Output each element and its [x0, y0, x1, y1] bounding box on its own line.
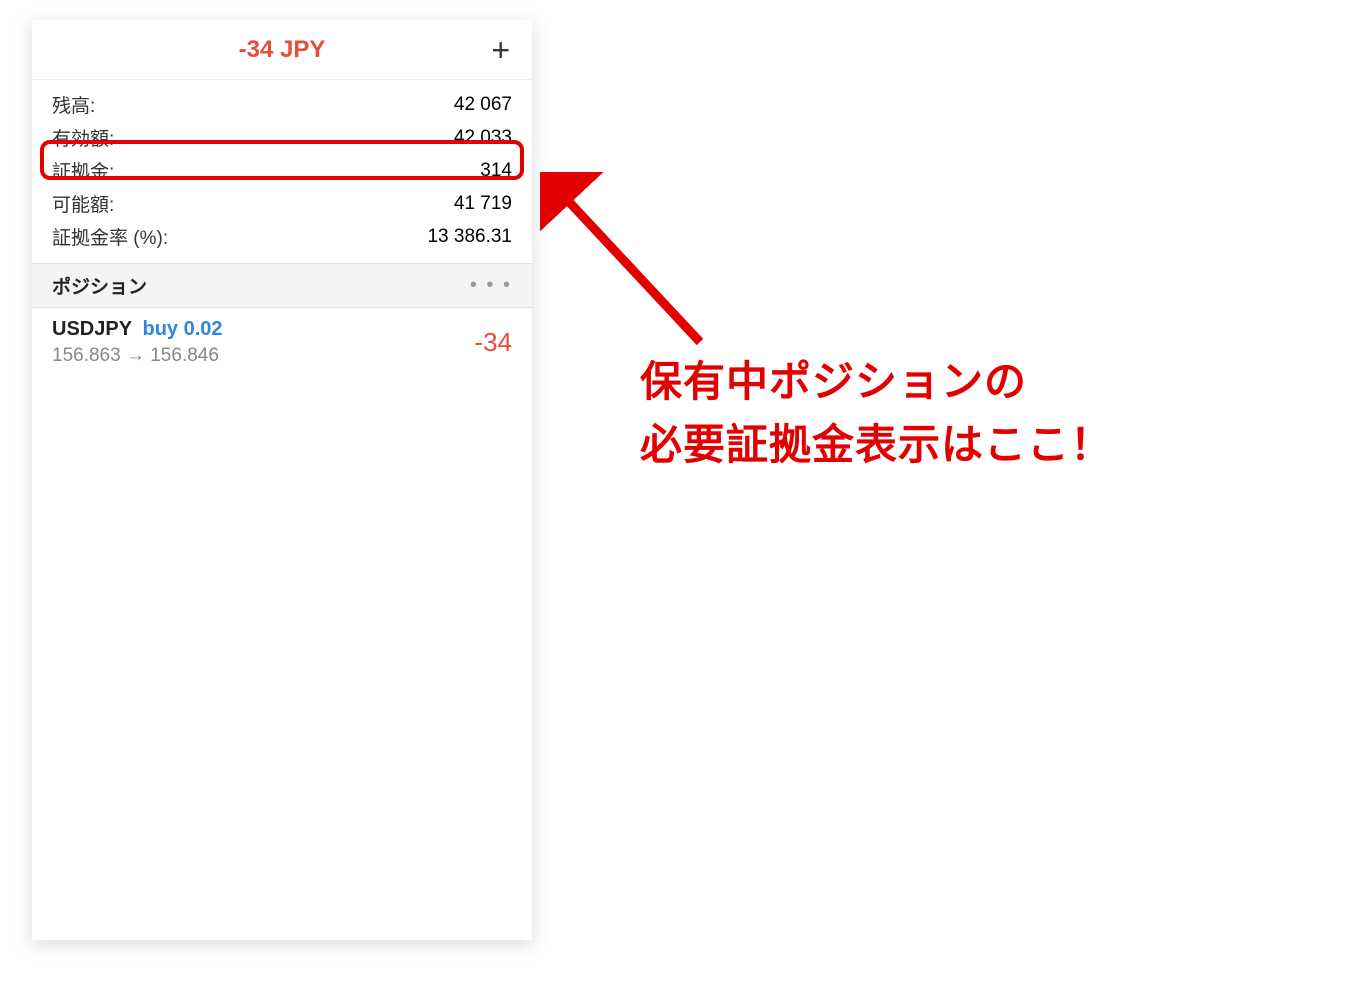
margin-level-row: 証拠金率 (%): 13 386.31 [32, 220, 532, 253]
positions-title: ポジション [52, 272, 147, 299]
annotation-line1: 保有中ポジションの [640, 350, 1113, 413]
plus-icon: + [491, 32, 510, 68]
margin-level-value: 13 386.31 [427, 226, 512, 248]
more-icon[interactable]: • • • [470, 274, 512, 297]
balance-value: 42 067 [454, 94, 512, 116]
position-info: USDJPY buy 0.02 156.863 → 156.846 [52, 318, 223, 367]
margin-value: 314 [480, 160, 512, 182]
trading-app-screen: -34 JPY + 残高: 42 067 有効額: 42 033 証拠金: 31… [32, 20, 532, 940]
margin-row: 証拠金: 314 [32, 154, 532, 187]
account-info-section: 残高: 42 067 有効額: 42 033 証拠金: 314 可能額: 41 … [32, 80, 532, 257]
equity-value: 42 033 [454, 127, 512, 149]
annotation-line2: 必要証拠金表示はここ！ [640, 413, 1113, 476]
free-margin-row: 可能額: 41 719 [32, 187, 532, 220]
positions-section-header: ポジション • • • [32, 263, 532, 308]
annotation-arrow [540, 172, 720, 352]
position-symbol: USDJPY [52, 318, 132, 340]
free-margin-label: 可能額: [52, 190, 114, 217]
equity-row: 有効額: 42 033 [32, 121, 532, 154]
position-action: buy 0.02 [142, 318, 222, 340]
margin-level-label: 証拠金率 (%): [52, 223, 168, 250]
position-row[interactable]: USDJPY buy 0.02 156.863 → 156.846 -34 [32, 308, 532, 381]
position-prices: 156.863 → 156.846 [52, 345, 223, 367]
balance-row: 残高: 42 067 [32, 88, 532, 121]
margin-label: 証拠金: [52, 157, 114, 184]
balance-label: 残高: [52, 91, 95, 118]
header-pl-title: -34 JPY [239, 36, 326, 64]
annotation-text: 保有中ポジションの 必要証拠金表示はここ！ [640, 350, 1113, 476]
position-pl: -34 [474, 327, 512, 358]
add-button[interactable]: + [491, 34, 510, 66]
app-header: -34 JPY + [32, 20, 532, 80]
free-margin-value: 41 719 [454, 193, 512, 215]
equity-label: 有効額: [52, 124, 114, 151]
